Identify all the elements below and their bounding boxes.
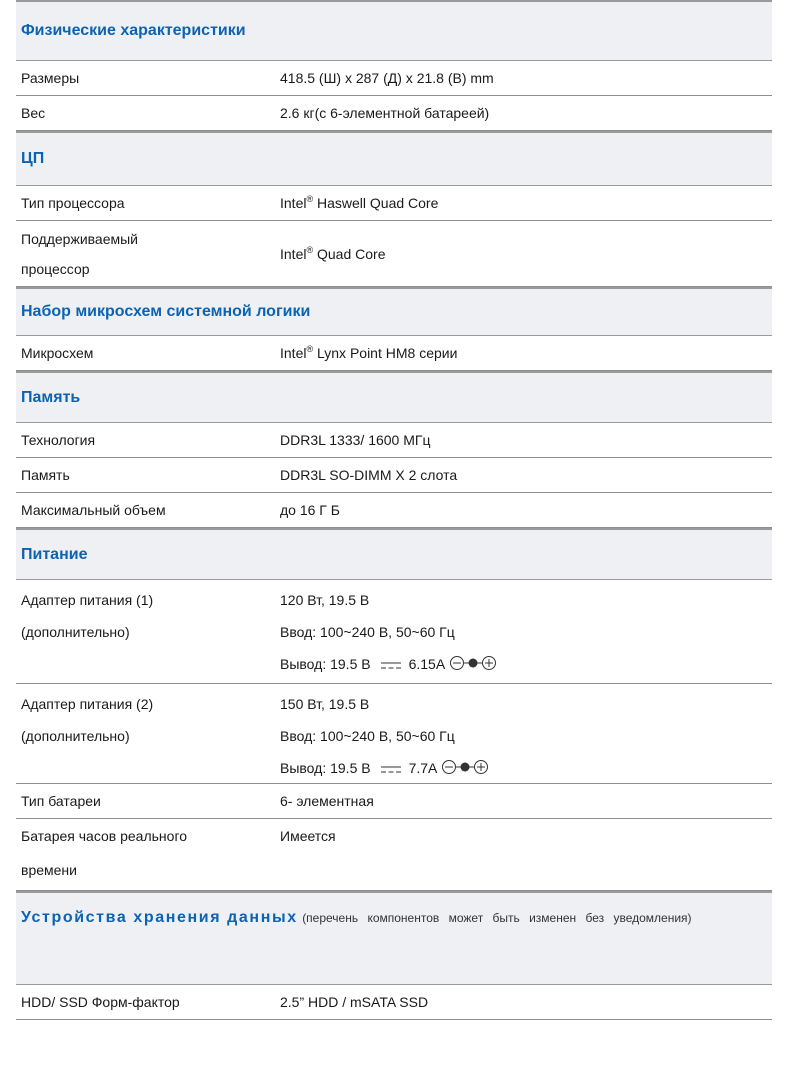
section-chipset: Набор микросхем системной логики — [16, 287, 772, 336]
row-value: DDR3L SO-DIMM X 2 слота — [280, 466, 458, 483]
brand-text: Intel — [280, 194, 307, 211]
brand-text: Intel — [280, 344, 307, 361]
row-value: Intel® Lynx Point HM8 серии — [280, 336, 772, 371]
adapter-output: Вывод: 19.5 В 7.7A — [280, 752, 772, 784]
row-value: Имеется — [280, 828, 336, 844]
section-physical: Физические характеристики — [16, 0, 772, 61]
row-label: Тип батареи — [21, 792, 101, 809]
row-value: 6- элементная — [280, 792, 374, 809]
table-row: Тип процессора Intel® Haswell Quad Core — [16, 186, 772, 221]
output-prefix: Вывод: 19.5 В — [280, 656, 371, 672]
table-row: Батарея часов реального времени Имеется — [16, 819, 772, 891]
spec-table: Физические характеристики Размеры 418.5 … — [16, 0, 772, 1020]
output-current: 7.7A — [408, 760, 438, 776]
section-note: (перечень компонентов может быть изменен… — [302, 911, 692, 925]
section-title: ЦП — [21, 150, 45, 167]
section-title: Устройства хранения данных — [21, 909, 298, 926]
value-text: Lynx Point HM8 серии — [313, 344, 458, 361]
row-label-line: (дополнительно) — [21, 624, 130, 640]
dc-symbol-icon — [380, 662, 401, 669]
value-text: Quad Core — [313, 245, 386, 262]
row-value: до 16 Г Б — [280, 501, 340, 518]
table-row: Память DDR3L SO-DIMM X 2 слота — [16, 458, 772, 493]
polarity-icon — [442, 760, 489, 774]
row-value: 120 Вт, 19.5 В Ввод: 100~240 В, 50~60 Гц… — [280, 584, 772, 683]
table-row: Вес 2.6 кг(с 6-элементной батареей) — [16, 96, 772, 131]
row-label: Батарея часов реального времени — [16, 819, 280, 890]
adapter-output: Вывод: 19.5 В 6.15A — [280, 648, 772, 680]
row-label: Память — [21, 466, 70, 483]
row-value: 2.5” HDD / mSATA SSD — [280, 993, 429, 1010]
row-label-line: Адаптер питания (2) — [21, 696, 154, 712]
row-value: 150 Вт, 19.5 В Ввод: 100~240 В, 50~60 Гц… — [280, 688, 772, 783]
row-label: Технология — [21, 431, 96, 448]
row-value: Intel® Quad Core — [280, 239, 772, 269]
row-label: Вес — [21, 104, 46, 121]
table-row: Тип батареи 6- элементная — [16, 784, 772, 819]
section-cpu: ЦП — [16, 131, 772, 186]
adapter-rating: 150 Вт, 19.5 В — [280, 696, 370, 712]
table-row: Адаптер питания (1) (дополнительно) 120 В… — [16, 580, 772, 684]
row-value: 2.6 кг(с 6-элементной батареей) — [280, 104, 490, 121]
row-label-line: времени — [21, 862, 77, 878]
table-row: Технология DDR3L 1333/ 1600 МГц — [16, 423, 772, 458]
table-row: Адаптер питания (2) (дополнительно) 150 В… — [16, 684, 772, 784]
section-title: Питание — [21, 545, 88, 563]
dc-symbol-icon — [380, 766, 401, 773]
table-row: Поддерживаемый процессор Intel® Quad Core — [16, 221, 772, 287]
row-label-line: Батарея часов реального — [21, 828, 188, 844]
section-power: Питание — [16, 528, 772, 580]
adapter-input: Ввод: 100~240 В, 50~60 Гц — [280, 728, 455, 744]
row-label-line: процессор — [21, 260, 90, 277]
row-value: 418.5 (Ш) x 287 (Д) x 21.8 (В) mm — [280, 69, 494, 86]
section-title: Набор микросхем системной логики — [21, 303, 311, 320]
polarity-icon — [450, 656, 497, 670]
value-text: Haswell Quad Core — [313, 194, 439, 211]
section-memory: Память — [16, 371, 772, 423]
table-row: Микросхем Intel® Lynx Point HM8 серии — [16, 336, 772, 371]
table-row: Максимальный объем до 16 Г Б — [16, 493, 772, 528]
row-label-line: Адаптер питания (1) — [21, 592, 154, 608]
output-prefix: Вывод: 19.5 В — [280, 760, 371, 776]
adapter-rating: 120 Вт, 19.5 В — [280, 592, 370, 608]
section-storage: Устройства хранения данных (перечень ком… — [16, 891, 772, 985]
row-label: HDD/ SSD Форм-фактор — [21, 993, 180, 1010]
section-title: Память — [21, 388, 81, 406]
row-label: Поддерживаемый процессор — [16, 224, 280, 284]
row-label: Адаптер питания (1) (дополнительно) — [16, 584, 280, 683]
row-label-line: (дополнительно) — [21, 728, 130, 744]
brand-text: Intel — [280, 245, 307, 262]
table-row: HDD/ SSD Форм-фактор 2.5” HDD / mSATA SS… — [16, 985, 772, 1020]
row-label: Микросхем — [21, 344, 94, 361]
row-label: Максимальный объем — [21, 501, 166, 518]
adapter-input: Ввод: 100~240 В, 50~60 Гц — [280, 624, 455, 640]
row-label: Адаптер питания (2) (дополнительно) — [16, 688, 280, 783]
row-value: Intel® Haswell Quad Core — [280, 186, 772, 221]
row-label: Размеры — [21, 69, 80, 86]
section-title: Физические характеристики — [21, 22, 246, 39]
output-current: 6.15A — [408, 656, 446, 672]
row-label: Тип процессора — [21, 194, 125, 211]
row-label-line: Поддерживаемый — [21, 230, 138, 247]
table-row: Размеры 418.5 (Ш) x 287 (Д) x 21.8 (В) m… — [16, 61, 772, 96]
row-value: DDR3L 1333/ 1600 МГц — [280, 431, 431, 448]
